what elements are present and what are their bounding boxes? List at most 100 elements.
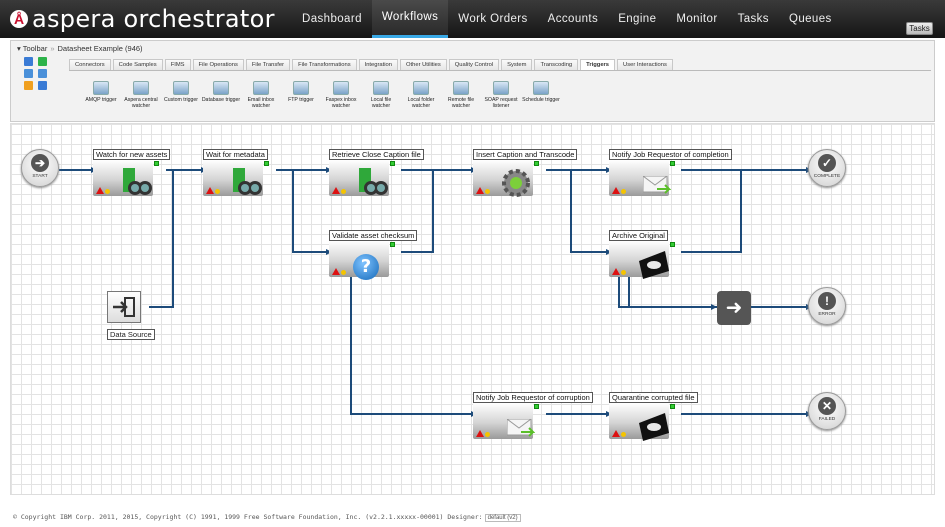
failed-terminal[interactable]: ✕ FAILED bbox=[808, 392, 846, 430]
step-label: Notify Job Requestor of completion bbox=[609, 149, 732, 160]
palette-item-label: Local folder watcher bbox=[407, 97, 435, 109]
tab-connectors[interactable]: Connectors bbox=[69, 59, 111, 70]
arrow-right-icon: ➔ bbox=[31, 154, 49, 172]
nav-queues[interactable]: Queues bbox=[779, 0, 842, 38]
palette-item-local-file-watcher[interactable]: Local file watcher bbox=[361, 81, 401, 109]
tab-code-samples[interactable]: Code Samples bbox=[112, 59, 163, 70]
error-icon bbox=[206, 187, 214, 194]
status-dot-icon bbox=[105, 189, 110, 194]
run-icon[interactable] bbox=[38, 57, 47, 66]
tab-file-transformations[interactable]: File Transformations bbox=[292, 59, 357, 70]
step-label: Wait for metadata bbox=[203, 149, 268, 160]
palette-item-soap-request-listener[interactable]: SOAP request listener bbox=[481, 81, 521, 109]
plugin-connector-icon[interactable]: ➜ bbox=[717, 291, 751, 325]
start-terminal[interactable]: ➔ START bbox=[21, 149, 59, 187]
palette-item-label: Schedule trigger bbox=[522, 97, 560, 103]
status-dot-icon bbox=[485, 432, 490, 437]
output-port[interactable] bbox=[670, 242, 675, 247]
tab-quality-control[interactable]: Quality Control bbox=[448, 59, 500, 70]
step-label: Archive Original bbox=[609, 230, 668, 241]
step-label: Insert Caption and Transcode bbox=[473, 149, 578, 160]
tab-fims[interactable]: FIMS bbox=[164, 59, 191, 70]
output-port[interactable] bbox=[264, 161, 269, 166]
output-port[interactable] bbox=[670, 404, 675, 409]
tab-integration[interactable]: Integration bbox=[358, 59, 398, 70]
step-label: Quarantine corrupted file bbox=[609, 392, 698, 403]
save-icon[interactable] bbox=[24, 57, 33, 66]
status-dot-icon bbox=[621, 270, 626, 275]
tab-file-operations[interactable]: File Operations bbox=[192, 59, 244, 70]
nav-tasks[interactable]: Tasks bbox=[728, 0, 779, 38]
palette-item-remote-file-watcher[interactable]: Remote file watcher bbox=[441, 81, 481, 109]
status-dot-icon bbox=[621, 432, 626, 437]
tab-triggers[interactable]: Triggers bbox=[580, 59, 616, 70]
toolbar-toggle[interactable]: ▾ Toolbar bbox=[17, 44, 47, 53]
output-port[interactable] bbox=[534, 161, 539, 166]
palette-item-local-folder-watcher[interactable]: Local folder watcher bbox=[401, 81, 441, 109]
output-port[interactable] bbox=[534, 404, 539, 409]
palette-item-label: Custom trigger bbox=[163, 97, 199, 103]
error-terminal[interactable]: ! ERROR bbox=[808, 287, 846, 325]
logo: Å aspera orchestrator bbox=[10, 5, 275, 33]
tab-user-interactions[interactable]: User Interactions bbox=[617, 59, 673, 70]
info-icon[interactable] bbox=[38, 81, 47, 90]
complete-label: COMPLETE bbox=[813, 174, 841, 179]
top-header: Å aspera orchestrator Dashboard Workflow… bbox=[0, 0, 945, 38]
workflow-title: Datasheet Example (946) bbox=[57, 44, 143, 53]
error-icon bbox=[612, 430, 620, 437]
trigger-icon bbox=[133, 81, 149, 95]
home-icon[interactable] bbox=[24, 81, 33, 90]
nav-work-orders[interactable]: Work Orders bbox=[448, 0, 537, 38]
output-port[interactable] bbox=[670, 161, 675, 166]
main-nav: Dashboard Workflows Work Orders Accounts… bbox=[292, 0, 842, 38]
error-icon bbox=[332, 187, 340, 194]
tab-system[interactable]: System bbox=[501, 59, 533, 70]
palette-item-aspera-central-watcher[interactable]: Aspera central watcher bbox=[121, 81, 161, 109]
nav-engine[interactable]: Engine bbox=[608, 0, 666, 38]
palette-item-custom-trigger[interactable]: Custom trigger bbox=[161, 81, 201, 103]
step-label: Notify Job Requestor of corruption bbox=[473, 392, 593, 403]
tab-transcoding[interactable]: Transcoding bbox=[534, 59, 579, 70]
error-icon bbox=[476, 187, 484, 194]
palette-item-schedule-trigger[interactable]: Schedule trigger bbox=[521, 81, 561, 103]
nav-accounts[interactable]: Accounts bbox=[538, 0, 609, 38]
footer: © Copyright IBM Corp. 2011, 2015, Copyri… bbox=[13, 513, 521, 522]
tab-other-utilities[interactable]: Other Utilities bbox=[400, 59, 447, 70]
status-dot-icon bbox=[341, 189, 346, 194]
nav-workflows[interactable]: Workflows bbox=[371, 0, 449, 38]
data-source-icon bbox=[107, 291, 141, 323]
palette-item-email-inbox-watcher[interactable]: Email inbox watcher bbox=[241, 81, 281, 109]
workflow-canvas[interactable]: ➔ START Watch for new assets Wait for me… bbox=[10, 123, 935, 495]
palette-item-ftp-trigger[interactable]: FTP trigger bbox=[281, 81, 321, 103]
palette-item-label: Database trigger bbox=[201, 97, 241, 103]
palette-item-faspex-inbox-watcher[interactable]: Faspex inbox watcher bbox=[321, 81, 361, 109]
tab-file-transfer[interactable]: File Transfer bbox=[245, 59, 291, 70]
status-dot-icon bbox=[341, 270, 346, 275]
mail-icon bbox=[643, 176, 671, 194]
mail-icon bbox=[507, 419, 535, 437]
trigger-icon bbox=[373, 81, 389, 95]
trigger-icon bbox=[493, 81, 509, 95]
palette-item-database-trigger[interactable]: Database trigger bbox=[201, 81, 241, 103]
back-icon[interactable] bbox=[24, 69, 33, 78]
toolbar-panel: ▾ Toolbar» Datasheet Example (946) Connec… bbox=[10, 40, 935, 122]
logo-text: aspera orchestrator bbox=[32, 5, 275, 33]
nav-dashboard[interactable]: Dashboard bbox=[292, 0, 372, 38]
output-port[interactable] bbox=[154, 161, 159, 166]
output-port[interactable] bbox=[390, 161, 395, 166]
nav-monitor[interactable]: Monitor bbox=[666, 0, 727, 38]
tasks-button[interactable]: Tasks bbox=[906, 22, 933, 35]
step-label: Validate asset checksum bbox=[329, 230, 418, 241]
designer-select[interactable]: default (v2) bbox=[484, 514, 521, 522]
complete-terminal[interactable]: ✓ COMPLETE bbox=[808, 149, 846, 187]
error-icon bbox=[96, 187, 104, 194]
palette-item-label: AMQP trigger bbox=[85, 97, 117, 103]
forward-icon[interactable] bbox=[38, 69, 47, 78]
toolbar-actions bbox=[24, 57, 47, 90]
palette-item-label: Remote file watcher bbox=[447, 97, 475, 109]
output-port[interactable] bbox=[390, 242, 395, 247]
palette-item-amqp-trigger[interactable]: AMQP trigger bbox=[81, 81, 121, 103]
breadcrumb: ▾ Toolbar» Datasheet Example (946) bbox=[17, 44, 143, 53]
error-label: ERROR bbox=[818, 312, 836, 317]
palette-item-label: Local file watcher bbox=[370, 97, 392, 109]
